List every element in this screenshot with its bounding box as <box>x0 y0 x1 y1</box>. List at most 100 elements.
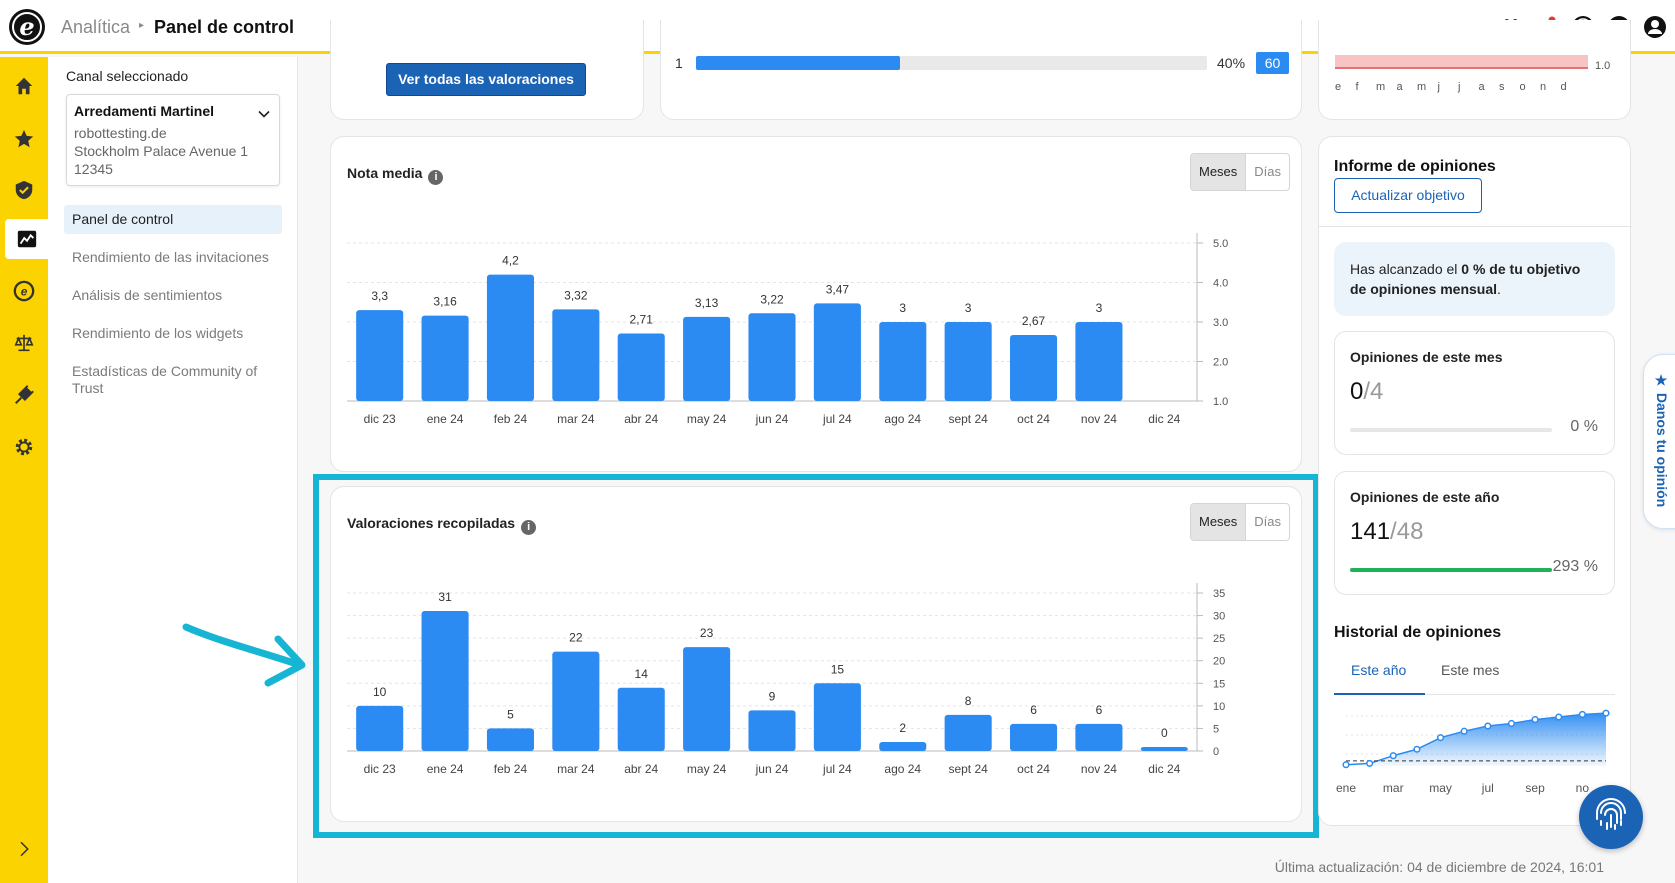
x-tick-label: sep <box>1525 781 1545 795</box>
y-tick-label: 4.0 <box>1213 278 1228 290</box>
report-title: Informe de opiniones <box>1334 158 1496 175</box>
x-tick-label: ene 24 <box>427 412 464 426</box>
mini-month-label: m <box>1376 81 1386 93</box>
nav-item-community[interactable]: Estadísticas de Community of Trust <box>64 357 282 403</box>
page-title: Panel de control <box>154 17 295 37</box>
channel-address: Stockholm Palace Avenue 1 <box>74 143 249 159</box>
bar <box>748 313 796 401</box>
average-rating-chart: 1.0 2.0 3.0 4.0 5.0 3,3 dic 23 3,16 ene 24 4,2 feb… <box>347 233 1228 426</box>
view-all-reviews-button[interactable]: Ver todas las valoraciones <box>386 63 586 96</box>
plug-icon[interactable] <box>0 375 48 415</box>
annotation-arrow-icon <box>182 623 306 687</box>
nav-item-sentiment[interactable]: Análisis de sentimientos <box>64 281 282 310</box>
rating-row-label: 1 <box>675 55 683 71</box>
x-tick-label: dic 24 <box>1148 412 1180 426</box>
feedback-tab[interactable]: ★ Danos tu opinión <box>1643 354 1675 529</box>
y-tick-label: 3.0 <box>1213 317 1228 329</box>
data-point <box>1555 713 1563 721</box>
nav-item-widgets[interactable]: Rendimiento de los widgets <box>64 319 282 348</box>
mini-month-axis: efmamjjasond <box>1335 81 1588 95</box>
goal-suffix: . <box>1497 281 1501 297</box>
tab-this-year[interactable]: Este año <box>1351 662 1406 678</box>
bar <box>879 322 927 401</box>
history-title: Historial de opiniones <box>1334 624 1502 641</box>
mini-month-label: e <box>1335 81 1342 93</box>
svg-text:e: e <box>21 285 28 299</box>
data-label: 3 <box>1096 301 1103 315</box>
user-icon[interactable] <box>1643 15 1667 39</box>
data-label: 2,71 <box>630 312 654 326</box>
rating-row-count: 60 <box>1256 52 1289 74</box>
data-label: 3,13 <box>695 296 719 310</box>
data-label: 3,22 <box>760 292 784 306</box>
brand-logo[interactable]: e <box>9 9 45 45</box>
x-tick-label: may <box>1429 781 1452 795</box>
gear-icon[interactable] <box>0 427 48 467</box>
breadcrumb-separator-icon: ▸ <box>139 20 145 31</box>
x-tick-label: abr 24 <box>624 412 658 426</box>
average-rating-card: Nota media i Meses Días 1.0 2.0 3.0 4.0 5.0 3,… <box>330 136 1302 472</box>
main-sidebar: e <box>0 57 48 883</box>
mini-month-label: j <box>1458 81 1461 93</box>
mini-month-label: m <box>1417 81 1427 93</box>
x-tick-label: oct 24 <box>1017 412 1050 426</box>
data-label: 2,67 <box>1022 314 1046 328</box>
bar <box>1075 322 1123 401</box>
data-label: 3 <box>965 301 972 315</box>
x-tick-label: ene <box>1336 781 1356 795</box>
nav-item-invitations[interactable]: Rendimiento de las invitaciones <box>64 243 282 272</box>
shield-check-icon[interactable] <box>0 170 48 210</box>
channel-selector[interactable]: Arredamenti Martinel robottesting.de Sto… <box>66 94 280 186</box>
bar <box>944 322 992 401</box>
rating-row-bar-fill <box>696 56 901 70</box>
reviews-this-month-card: Opiniones de este mes 0/4 0 % <box>1334 331 1615 455</box>
x-tick-label: nov 24 <box>1081 412 1117 426</box>
data-point <box>1366 759 1374 767</box>
nav-item-dashboard[interactable]: Panel de control <box>64 205 282 234</box>
data-label: 3,16 <box>433 295 457 309</box>
x-tick-label: may 24 <box>687 412 727 426</box>
x-tick-label: mar <box>1383 781 1404 795</box>
breadcrumb-parent[interactable]: Analítica <box>61 17 130 38</box>
y-tick-label: 5.0 <box>1213 238 1228 250</box>
mini-month-label: a <box>1478 81 1485 93</box>
month-stat-target: /4 <box>1363 378 1384 405</box>
bar <box>617 333 665 401</box>
chevron-right-icon[interactable] <box>0 829 48 869</box>
mini-month-label: n <box>1540 81 1547 93</box>
month-stat-title: Opiniones de este mes <box>1350 349 1503 365</box>
fingerprint-icon <box>1596 798 1626 830</box>
channel-label: Canal seleccionado <box>66 68 189 84</box>
scale-icon[interactable] <box>0 323 48 363</box>
last-updated: Última actualización: 04 de diciembre de… <box>1274 859 1604 875</box>
channel-zip: 12345 <box>74 161 113 177</box>
mini-month-label: j <box>1437 81 1440 93</box>
fingerprint-button[interactable] <box>1579 785 1643 849</box>
update-goal-button[interactable]: Actualizar objetivo <box>1334 178 1482 213</box>
tab-underline <box>1334 693 1425 695</box>
brand-icon[interactable]: e <box>0 271 48 311</box>
year-progress-fill <box>1350 568 1552 572</box>
mini-month-label: s <box>1499 81 1505 93</box>
data-point <box>1507 719 1516 728</box>
x-tick-label: ago 24 <box>884 412 921 426</box>
mini-month-label: a <box>1396 81 1403 93</box>
analytics-icon[interactable] <box>5 219 48 259</box>
data-point <box>1531 716 1539 724</box>
home-icon[interactable] <box>0 66 48 106</box>
bar <box>421 315 469 401</box>
year-stat-target: /48 <box>1390 518 1424 545</box>
x-tick-label: jul <box>1481 781 1494 795</box>
tab-this-month[interactable]: Este mes <box>1441 662 1499 678</box>
mini-month-label: d <box>1560 81 1567 93</box>
data-label: 3,3 <box>371 289 388 303</box>
data-point <box>1602 709 1610 717</box>
star-icon[interactable] <box>0 119 48 159</box>
data-point <box>1578 710 1586 718</box>
bar <box>683 316 731 401</box>
bar <box>1010 335 1058 401</box>
rating-row-bar <box>696 56 1207 70</box>
y-tick-label: 1.0 <box>1213 396 1228 408</box>
mini-month-label: o <box>1519 81 1526 93</box>
bar <box>486 274 534 401</box>
